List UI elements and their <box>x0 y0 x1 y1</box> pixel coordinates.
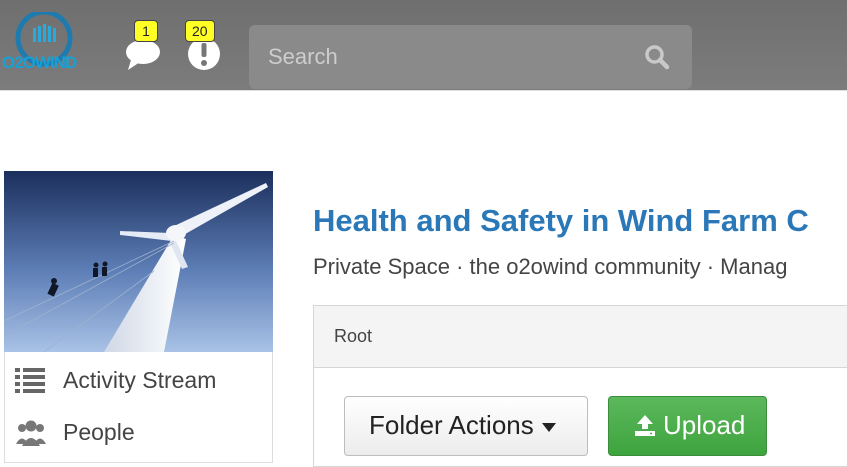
sidebar-item-activity-stream[interactable]: Activity Stream <box>5 352 272 402</box>
top-navbar: O2OWIND 1 20 <box>0 0 847 91</box>
space-sidebar-menu: Activity Stream People <box>4 352 273 463</box>
search-box <box>249 25 692 89</box>
upload-button[interactable]: Upload <box>608 396 767 456</box>
breadcrumb-root[interactable]: Root <box>334 326 372 347</box>
space-banner-image <box>4 171 273 352</box>
notifications-count-badge: 20 <box>185 20 215 42</box>
documents-panel: Root Folder Actions Upload <box>313 305 847 467</box>
folder-actions-label: Folder Actions <box>369 410 534 440</box>
sidebar-item-people[interactable]: People <box>5 404 272 454</box>
logo-text: O2OWIND <box>2 53 77 72</box>
search-icon[interactable] <box>644 44 670 70</box>
breadcrumb: Root <box>314 306 847 368</box>
sidebar-item-label: People <box>63 419 135 445</box>
list-icon <box>15 368 45 393</box>
search-input[interactable] <box>249 25 638 89</box>
space-subtitle: Private Space · the o2owind community · … <box>313 254 788 279</box>
chat-bubble-icon <box>126 40 160 70</box>
people-icon <box>16 420 46 446</box>
exclamation-circle-icon <box>188 38 220 70</box>
upload-icon <box>635 415 655 436</box>
messages-count-badge: 1 <box>134 20 158 42</box>
sidebar-item-label: Activity Stream <box>63 367 217 393</box>
space-title[interactable]: Health and Safety in Wind Farm C <box>313 203 809 239</box>
folder-actions-button[interactable]: Folder Actions <box>344 396 588 456</box>
caret-down-icon <box>541 422 556 432</box>
notifications-button[interactable] <box>186 38 226 74</box>
messages-button[interactable] <box>124 38 164 74</box>
upload-label: Upload <box>663 410 746 440</box>
